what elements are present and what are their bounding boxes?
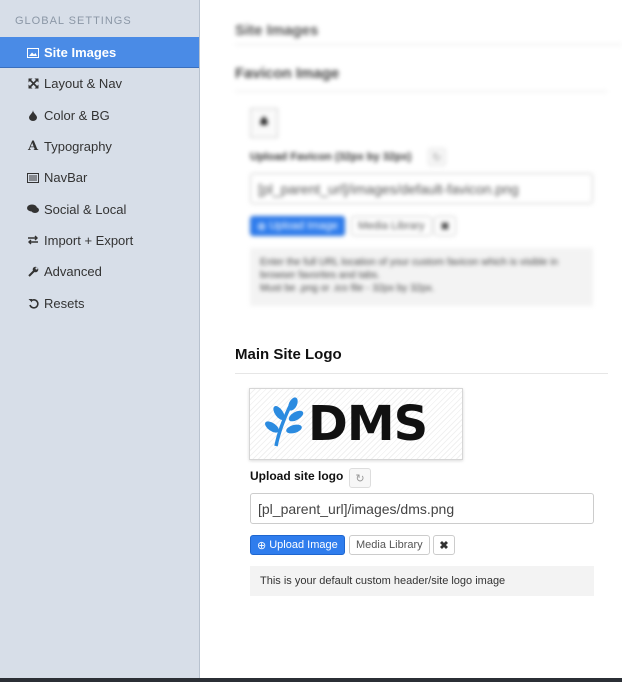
refresh-icon: ↻ (432, 151, 442, 164)
logo-url-input[interactable]: [pl_parent_url]/images/dms.png (250, 493, 594, 524)
comments-icon (27, 204, 39, 214)
logo-help-text: This is your default custom header/site … (250, 566, 594, 596)
refresh-icon: ↻ (355, 472, 365, 485)
sidebar-item-label: Advanced (44, 264, 102, 280)
divider (235, 44, 622, 45)
sidebar-item-layout-nav[interactable]: Layout & Nav (0, 68, 199, 99)
logo-preview: DMS (249, 388, 463, 460)
favicon-preview (250, 108, 278, 138)
logo-upload-button[interactable]: ⊕ Upload Image (250, 535, 345, 555)
button-label: Upload Image (269, 220, 338, 232)
favicon-refresh-button[interactable]: ↻ (428, 148, 446, 166)
sidebar-item-typography[interactable]: A Typography (0, 131, 199, 162)
logo-upload-label: Upload site logo (250, 469, 344, 483)
favicon-url-input[interactable]: [pl_parent_url]/images/default-favicon.p… (250, 173, 593, 204)
expand-arrows-icon (27, 78, 39, 90)
favicon-remove-button[interactable]: ✖ (434, 216, 456, 236)
favicon-section: Site Images Favicon Image Upload Favicon… (201, 0, 622, 320)
sidebar-item-navbar[interactable]: NavBar (0, 162, 199, 193)
favicon-upload-button[interactable]: ⊕ Upload Image (250, 216, 345, 236)
button-label: Upload Image (269, 539, 338, 551)
list-icon (27, 172, 39, 183)
sidebar-item-social-local[interactable]: Social & Local (0, 193, 199, 224)
sidebar: GLOBAL SETTINGS Site Images Layout & Nav… (0, 0, 200, 678)
main-content: Site Images Favicon Image Upload Favicon… (201, 0, 622, 678)
exchange-icon (27, 235, 39, 245)
sidebar-item-label: Import + Export (44, 232, 134, 248)
logo-remove-button[interactable]: ✖ (433, 535, 455, 555)
wrench-icon (27, 266, 39, 277)
sidebar-item-color-bg[interactable]: Color & BG (0, 100, 199, 131)
font-icon: A (27, 139, 39, 155)
logo-refresh-button[interactable]: ↻ (349, 468, 371, 488)
sidebar-item-label: Typography (44, 139, 112, 155)
sidebar-item-label: Resets (44, 295, 85, 311)
upload-icon: ⊕ (257, 539, 267, 552)
image-icon (27, 47, 39, 58)
divider (235, 91, 607, 92)
drop-icon (27, 109, 39, 121)
sidebar-heading: GLOBAL SETTINGS (15, 15, 132, 27)
favicon-image-icon (259, 115, 269, 131)
favicon-upload-label: Upload Favicon (32px by 32px) (250, 151, 412, 163)
help-line: Enter the full URL location of your cust… (260, 257, 559, 281)
leaf-logo-icon (262, 396, 304, 453)
logo-media-library-button[interactable]: Media Library (349, 535, 430, 555)
favicon-title: Favicon Image (235, 65, 340, 82)
divider (235, 373, 608, 374)
sidebar-item-label: Layout & Nav (44, 76, 123, 92)
undo-icon (27, 298, 39, 309)
bottom-edge (0, 678, 622, 682)
sidebar-item-site-images[interactable]: Site Images (0, 37, 199, 69)
sidebar-item-resets[interactable]: Resets (0, 287, 199, 318)
upload-icon: ⊕ (257, 220, 267, 233)
logo-section-title: Main Site Logo (235, 346, 342, 363)
favicon-help-text: Enter the full URL location of your cust… (250, 248, 593, 306)
logo-wordmark: DMS (308, 396, 428, 452)
sidebar-item-label: Social & Local (44, 201, 127, 217)
sidebar-item-label: NavBar (44, 170, 88, 186)
help-line: Must be .png or .ico file - 32px by 32px… (260, 283, 435, 294)
sidebar-item-label: Color & BG (44, 107, 110, 123)
favicon-media-library-button[interactable]: Media Library (351, 216, 432, 236)
page-title: Site Images (235, 22, 319, 39)
sidebar-nav: Site Images Layout & Nav Color & BG A Ty… (0, 37, 199, 319)
sidebar-item-import-export[interactable]: Import + Export (0, 225, 199, 256)
sidebar-item-advanced[interactable]: Advanced (0, 256, 199, 287)
sidebar-item-label: Site Images (44, 45, 117, 61)
